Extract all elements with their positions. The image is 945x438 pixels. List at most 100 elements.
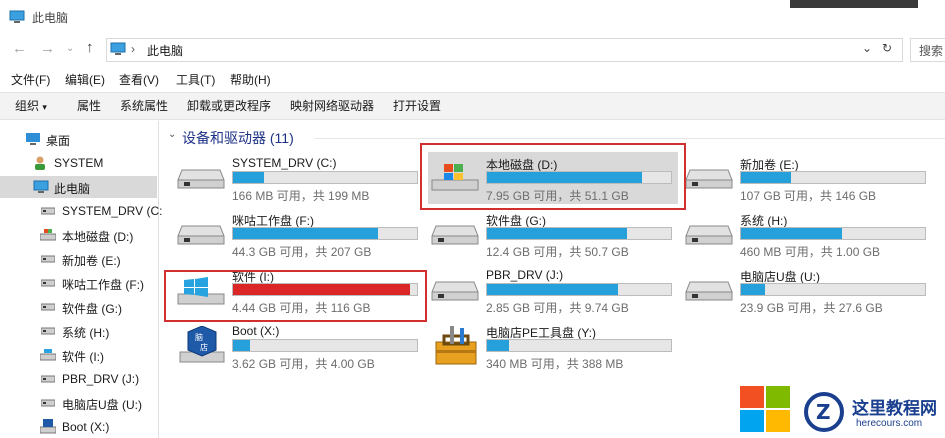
drive-icon xyxy=(685,169,733,189)
drive-tile-j[interactable]: PBR_DRV (J:) 2.85 GB 可用，共 9.74 GB xyxy=(426,266,676,318)
navigation-pane: 桌面 SYSTEM 此电脑 SYSTEM_DRV (C: 本地磁盘 (D:) 新… xyxy=(0,121,162,438)
usage-bar-fill xyxy=(487,228,627,239)
watermark: Z 这里教程网 herecours.com xyxy=(738,382,945,438)
nav-item-label: 此电脑 xyxy=(54,182,91,196)
drive-space-info: 107 GB 可用，共 146 GB xyxy=(740,189,877,203)
usage-bar xyxy=(740,227,926,240)
properties-button[interactable]: 属性 xyxy=(77,97,101,114)
drive-icon xyxy=(431,225,479,245)
drive-icon xyxy=(41,207,55,215)
computer-icon xyxy=(33,180,49,193)
drive-tile-e[interactable]: 新加卷 (E:) 107 GB 可用，共 146 GB xyxy=(680,154,930,206)
watermark-brand: 这里教程网 xyxy=(852,399,937,419)
usage-bar xyxy=(486,339,672,352)
address-dropdown-icon[interactable]: ⌄ xyxy=(862,41,872,55)
drive-icon xyxy=(41,279,55,287)
nav-item-system-user[interactable]: SYSTEM xyxy=(0,152,157,174)
group-header[interactable]: 设备和驱动器 (11) xyxy=(182,128,294,148)
drive-space-info: 460 MB 可用，共 1.00 GB xyxy=(740,245,881,259)
breadcrumb-separator-icon: › xyxy=(131,42,135,56)
drive-tile-c[interactable]: SYSTEM_DRV (C:) 166 MB 可用，共 199 MB xyxy=(172,154,422,206)
nav-item-drive-h[interactable]: 系统 (H:) xyxy=(0,320,157,342)
organize-button[interactable]: 组织 ▾ xyxy=(15,97,47,114)
brand-logo-icon: Z xyxy=(804,392,844,432)
open-settings-button[interactable]: 打开设置 xyxy=(393,97,441,114)
windows-drive-icon xyxy=(40,229,56,241)
nav-item-label: 咪咕工作盘 (F:) xyxy=(62,278,144,292)
nav-item-desktop[interactable]: 桌面 xyxy=(0,128,157,150)
drive-space-info: 12.4 GB 可用，共 50.7 GB xyxy=(486,245,629,259)
breadcrumb[interactable]: 此电脑 xyxy=(147,42,183,59)
drive-tile-f[interactable]: 咪咕工作盘 (F:) 44.3 GB 可用，共 207 GB xyxy=(172,210,422,262)
system-properties-button[interactable]: 系统属性 xyxy=(120,97,168,114)
usage-bar xyxy=(486,283,672,296)
refresh-icon[interactable]: ↻ xyxy=(882,41,892,55)
search-input[interactable]: 搜索 xyxy=(910,38,945,62)
drive-tile-h[interactable]: 系统 (H:) 460 MB 可用，共 1.00 GB xyxy=(680,210,930,262)
drive-icon xyxy=(431,281,479,301)
chevron-down-icon: ▾ xyxy=(42,102,47,112)
nav-item-drive-f[interactable]: 咪咕工作盘 (F:) xyxy=(0,272,157,294)
usage-bar-fill xyxy=(233,340,250,351)
usage-bar xyxy=(740,283,926,296)
nav-item-drive-x[interactable]: Boot (X:) xyxy=(0,416,157,438)
drive-tile-y[interactable]: 电脑店PE工具盘 (Y:) 340 MB 可用，共 388 MB xyxy=(426,322,676,374)
nav-item-drive-i[interactable]: 软件 (I:) xyxy=(0,344,157,366)
drive-tile-u[interactable]: 电脑店U盘 (U:) 23.9 GB 可用，共 27.6 GB xyxy=(680,266,930,318)
nav-item-label: 软件盘 (G:) xyxy=(62,302,122,316)
drive-name: Boot (X:) xyxy=(232,324,280,338)
drive-icon xyxy=(41,399,55,407)
user-icon xyxy=(35,156,45,170)
drive-tile-x[interactable]: 脑店 Boot (X:) 3.62 GB 可用，共 4.00 GB xyxy=(172,322,422,374)
drive-space-info: 3.62 GB 可用，共 4.00 GB xyxy=(232,357,375,371)
drive-icon xyxy=(177,225,225,245)
nav-item-drive-j[interactable]: PBR_DRV (J:) xyxy=(0,368,157,390)
menu-file[interactable]: 文件(F) xyxy=(11,71,50,88)
drive-icon xyxy=(41,303,55,311)
nav-item-label: PBR_DRV (J:) xyxy=(62,372,140,386)
toolbox-icon xyxy=(435,326,477,365)
svg-text:Z: Z xyxy=(816,400,831,424)
boot-drive-icon: 脑店 xyxy=(179,326,225,363)
watermark-url: herecours.com xyxy=(856,418,923,429)
usage-bar-fill xyxy=(233,228,379,239)
usage-bar xyxy=(740,171,926,184)
drive-space-info: 166 MB 可用，共 199 MB xyxy=(232,189,370,203)
drive-name: PBR_DRV (J:) xyxy=(486,268,564,282)
nav-item-drive-c[interactable]: SYSTEM_DRV (C: xyxy=(0,200,162,222)
nav-item-label: 新加卷 (E:) xyxy=(62,254,121,268)
usage-bar xyxy=(232,171,418,184)
nav-item-label: 桌面 xyxy=(46,134,71,148)
nav-item-drive-e[interactable]: 新加卷 (E:) xyxy=(0,248,157,270)
menu-help[interactable]: 帮助(H) xyxy=(230,71,271,88)
nav-item-label: Boot (X:) xyxy=(62,420,110,434)
menu-edit[interactable]: 编辑(E) xyxy=(65,71,105,88)
address-bar[interactable]: › 此电脑 ⌄ ↻ xyxy=(106,38,903,62)
drive-icon xyxy=(685,225,733,245)
usage-bar xyxy=(232,227,418,240)
uninstall-programs-button[interactable]: 卸载或更改程序 xyxy=(187,97,271,114)
drive-icon xyxy=(177,169,225,189)
drive-icon xyxy=(41,327,55,335)
menu-tools[interactable]: 工具(T) xyxy=(176,71,215,88)
nav-item-drive-u[interactable]: 电脑店U盘 (U:) xyxy=(0,392,157,414)
drive-icon xyxy=(685,281,733,301)
drive-tile-g[interactable]: 软件盘 (G:) 12.4 GB 可用，共 50.7 GB xyxy=(426,210,676,262)
usage-bar-fill xyxy=(741,172,791,183)
nav-item-drive-g[interactable]: 软件盘 (G:) xyxy=(0,296,157,318)
forward-arrow-icon[interactable]: → xyxy=(40,39,55,59)
nav-item-this-pc[interactable]: 此电脑 xyxy=(0,176,157,198)
nav-item-label: 本地磁盘 (D:) xyxy=(62,230,134,244)
nav-item-label: SYSTEM xyxy=(54,156,104,170)
drive-space-info: 23.9 GB 可用，共 27.6 GB xyxy=(740,301,883,315)
nav-item-drive-d[interactable]: 本地磁盘 (D:) xyxy=(0,224,157,246)
boot-drive-icon xyxy=(40,419,56,434)
drive-space-info: 340 MB 可用，共 388 MB xyxy=(486,357,624,371)
back-arrow-icon[interactable]: ← xyxy=(12,39,27,59)
drive-space-info: 44.3 GB 可用，共 207 GB xyxy=(232,245,372,259)
map-network-drive-button[interactable]: 映射网络驱动器 xyxy=(290,97,374,114)
up-arrow-icon[interactable]: ↑ xyxy=(86,39,94,56)
recent-dropdown-icon[interactable]: ⌄ xyxy=(66,39,74,59)
collapse-chevron-icon[interactable]: ⌄ xyxy=(168,129,176,140)
menu-view[interactable]: 查看(V) xyxy=(119,71,159,88)
